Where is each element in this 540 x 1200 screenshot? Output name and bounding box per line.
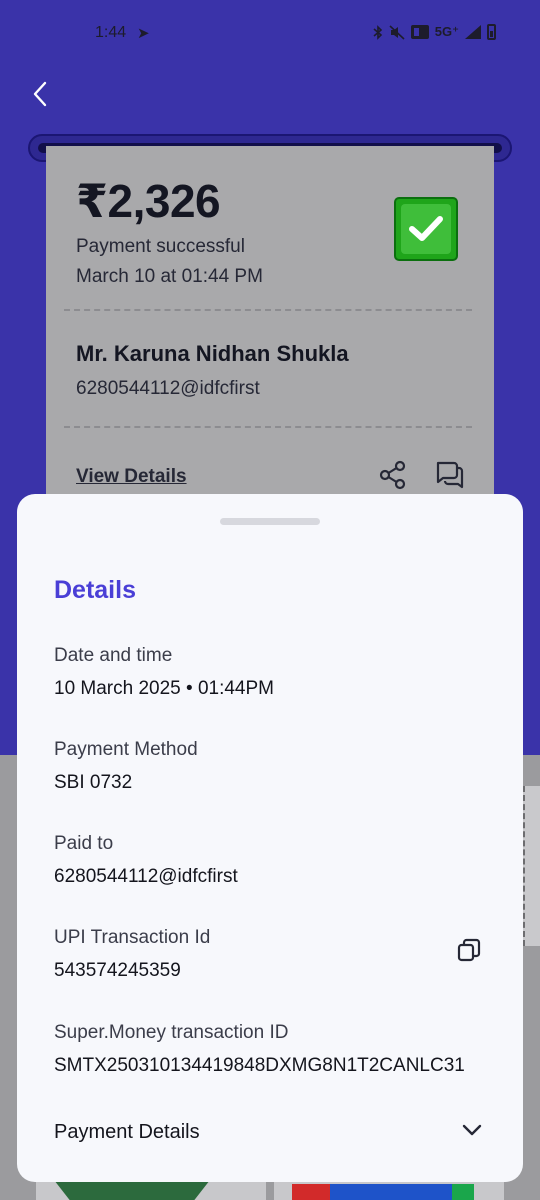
payee-name: Mr. Karuna Nidhan Shukla <box>76 341 349 366</box>
copy-icon <box>457 938 481 962</box>
payment-status: Payment successful <box>76 236 245 257</box>
payment-datetime: March 10 at 01:44 PM <box>76 266 263 287</box>
supermoney-transaction-id-label: Super.Money transaction ID <box>54 1022 289 1043</box>
payment-amount: ₹2,326 <box>76 175 221 227</box>
share-button[interactable] <box>378 460 408 490</box>
chat-icon <box>436 461 464 489</box>
background-graphic <box>54 1180 210 1200</box>
paid-to-value: 6280544112@idfcfirst <box>54 866 238 887</box>
sheet-title: Details <box>54 576 136 604</box>
details-sheet[interactable]: Details Date and time 10 March 2025 • 01… <box>17 494 523 1182</box>
expand-button[interactable] <box>461 1122 483 1138</box>
navigation-icon: ➤ <box>137 25 150 42</box>
payee-upi-id: 6280544112@idfcfirst <box>76 378 260 399</box>
data-saver-icon <box>410 25 429 39</box>
mute-icon <box>389 24 405 40</box>
status-time: 1:44 <box>95 24 127 41</box>
dashed-divider <box>64 309 472 311</box>
upi-transaction-id-label: UPI Transaction Id <box>54 927 211 948</box>
chevron-left-icon <box>33 81 47 107</box>
bluetooth-icon <box>373 24 382 40</box>
background-card <box>522 786 540 946</box>
paid-to-label: Paid to <box>54 833 114 854</box>
drag-handle[interactable] <box>220 518 320 525</box>
upi-transaction-id-value: 543574245359 <box>54 960 181 981</box>
signal-icon <box>465 25 481 39</box>
success-badge <box>394 197 458 261</box>
payment-method-value: SBI 0732 <box>54 772 133 793</box>
receipt-card: ₹2,326 Payment successful March 10 at 01… <box>46 146 494 526</box>
date-time-value: 10 March 2025 • 01:44PM <box>54 678 275 699</box>
chat-button[interactable] <box>434 460 466 490</box>
status-bar: 1:44 ➤ 5G⁺ <box>0 0 540 66</box>
payment-details-toggle[interactable]: Payment Details <box>54 1121 200 1144</box>
battery-icon <box>487 24 496 40</box>
status-icons: 5G⁺ <box>373 24 496 40</box>
network-type: 5G⁺ <box>434 24 459 39</box>
background-graphic <box>452 1184 474 1200</box>
share-icon <box>379 460 406 490</box>
background-graphic <box>292 1184 330 1200</box>
payment-method-label: Payment Method <box>54 739 198 760</box>
date-time-label: Date and time <box>54 645 173 666</box>
check-icon <box>409 216 443 241</box>
supermoney-transaction-id-value: SMTX250310134419848DXMG8N1T2CANLC31 <box>54 1055 465 1076</box>
chevron-down-icon <box>462 1124 482 1136</box>
back-button[interactable] <box>24 76 56 112</box>
copy-transaction-id-button[interactable] <box>456 937 482 963</box>
view-details-link[interactable]: View Details <box>76 466 187 488</box>
dashed-divider <box>64 426 472 428</box>
